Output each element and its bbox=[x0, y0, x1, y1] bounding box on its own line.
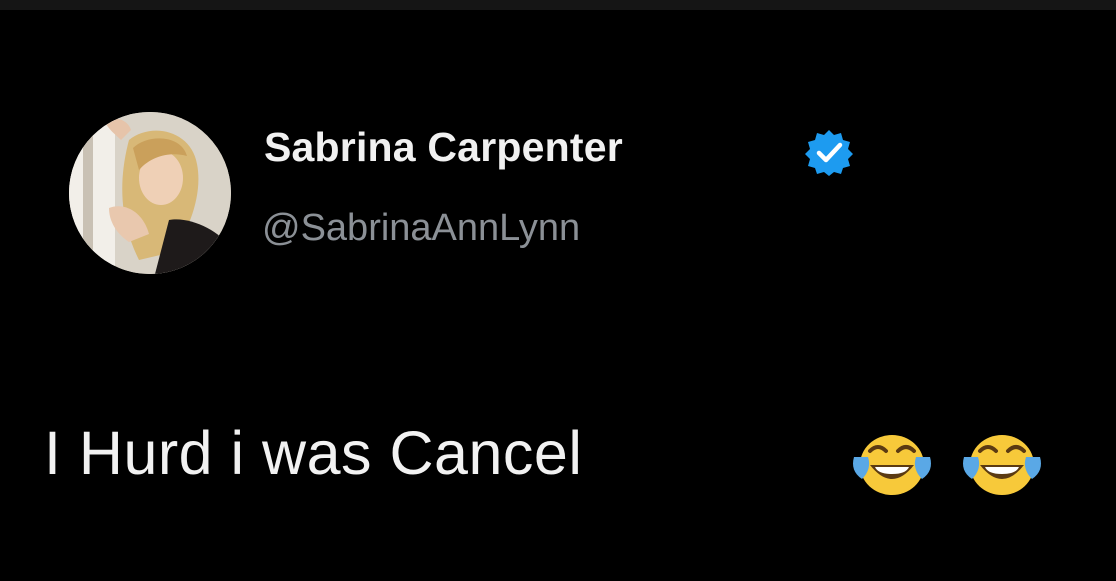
face-with-tears-of-joy-icon bbox=[963, 435, 1041, 495]
top-edge bbox=[0, 0, 1116, 10]
author-handle[interactable]: @SabrinaAnnLynn bbox=[262, 207, 580, 250]
tweet-screenshot: Sabrina Carpenter @SabrinaAnnLynn I Hurd… bbox=[0, 0, 1116, 581]
face-with-tears-of-joy-icon bbox=[853, 435, 931, 495]
avatar[interactable] bbox=[69, 112, 231, 274]
avatar-photo bbox=[69, 112, 231, 274]
author-name[interactable]: Sabrina Carpenter bbox=[264, 124, 623, 171]
tweet-text: I Hurd i was Cancel bbox=[44, 419, 583, 487]
verified-badge-icon bbox=[805, 130, 853, 176]
